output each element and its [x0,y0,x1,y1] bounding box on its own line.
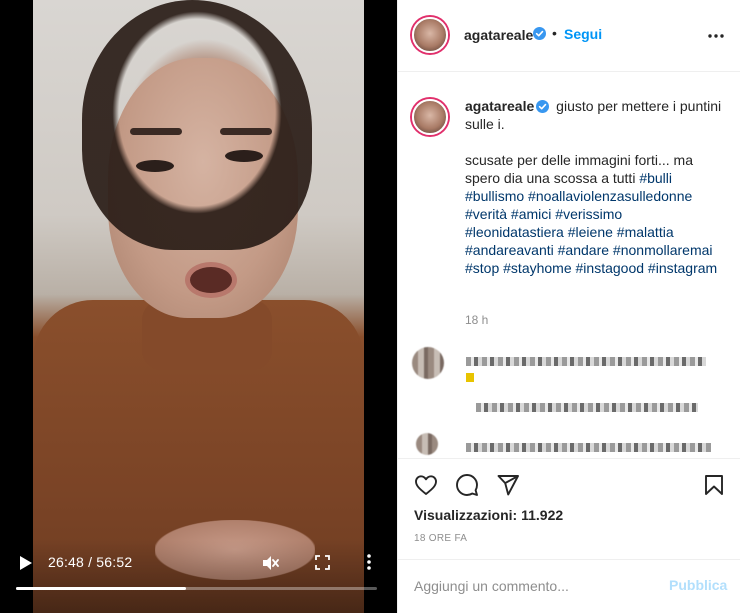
comment-avatar [416,433,438,455]
views-label: Visualizzazioni: [414,507,518,523]
blurred-comment-emoji [466,373,474,382]
avatar[interactable] [412,17,448,53]
more-horizontal-icon[interactable] [707,28,725,44]
blurred-comment-text [466,443,711,452]
hashtag-link[interactable]: #verissimo [555,206,622,222]
bookmark-icon[interactable] [702,473,726,497]
caption-body: scusate per delle immagini forti... ma s… [465,151,723,277]
hashtag-link[interactable]: #leonidatastiera [465,224,564,240]
hashtag-link[interactable]: #bullismo [465,188,524,204]
hashtag-link[interactable]: #bulli [639,170,672,186]
video-figure-eye-left [136,160,174,172]
comment-icon[interactable] [455,473,479,497]
play-icon[interactable] [20,556,32,570]
header-username[interactable]: agatareale [464,27,533,43]
heart-icon[interactable] [414,473,438,497]
blurred-comment-text [466,357,706,366]
video-progress-bar[interactable] [16,587,377,590]
comment-input[interactable] [414,572,654,600]
video-time: 26:48 / 56:52 [48,554,133,570]
more-vertical-icon[interactable] [366,553,372,571]
hashtag-link[interactable]: #stop [465,260,499,276]
video-player[interactable]: 26:48 / 56:52 [0,0,397,613]
blurred-comment [398,391,740,431]
hashtag-link[interactable]: #nonmollaremai [613,242,713,258]
video-controls-bar [0,540,397,613]
caption-username[interactable]: agatareale [465,98,534,114]
post-header: agatareale • Segui [398,0,740,72]
post-timestamp: 18 h [465,313,489,327]
hashtag-link[interactable]: #amici [511,206,551,222]
add-comment-section: Pubblica [398,559,740,613]
post-actions: Visualizzazioni: 11.922 18 ORE FA [398,458,740,558]
fullscreen-icon[interactable] [315,555,330,570]
mute-icon[interactable] [261,554,279,572]
blurred-comment [398,429,740,458]
hashtag-link[interactable]: #malattia [617,224,674,240]
hashtag-link[interactable]: #instagram [648,260,717,276]
video-figure-brow-left [130,128,182,135]
comment-avatar [412,347,444,379]
comments-list[interactable]: agatareale giusto per mettere i puntini … [398,73,740,458]
blurred-comment-text [476,403,698,412]
video-figure-mouth [185,262,237,298]
video-figure-brow-right [220,128,272,135]
video-progress-fill [16,587,187,590]
views-count: 11.922 [521,507,564,523]
hashtag-link[interactable]: #noallaviolenzasulledonne [528,188,692,204]
hashtag-link[interactable]: #leiene [568,224,613,240]
verified-badge-icon [536,99,550,113]
video-figure-eye-right [225,150,263,162]
post-side-panel: agatareale • Segui agatareale giusto per… [397,0,740,613]
hashtag-link[interactable]: #andareavanti [465,242,554,258]
hashtag-link[interactable]: #andare [558,242,609,258]
hashtag-link[interactable]: #stayhome [503,260,571,276]
views-count-line: Visualizzazioni: 11.922 [414,507,563,523]
post-date: 18 ORE FA [414,533,468,544]
send-icon[interactable] [496,473,520,497]
blurred-comment [398,345,740,385]
follow-button[interactable]: Segui [564,26,602,42]
publish-button[interactable]: Pubblica [669,577,727,593]
verified-badge-icon [533,27,546,40]
caption-text: agatareale giusto per mettere i puntini … [465,97,723,277]
hashtag-link[interactable]: #verità [465,206,507,222]
caption-avatar[interactable] [412,99,448,135]
header-separator: • [552,25,557,41]
hashtag-link[interactable]: #instagood [576,260,645,276]
